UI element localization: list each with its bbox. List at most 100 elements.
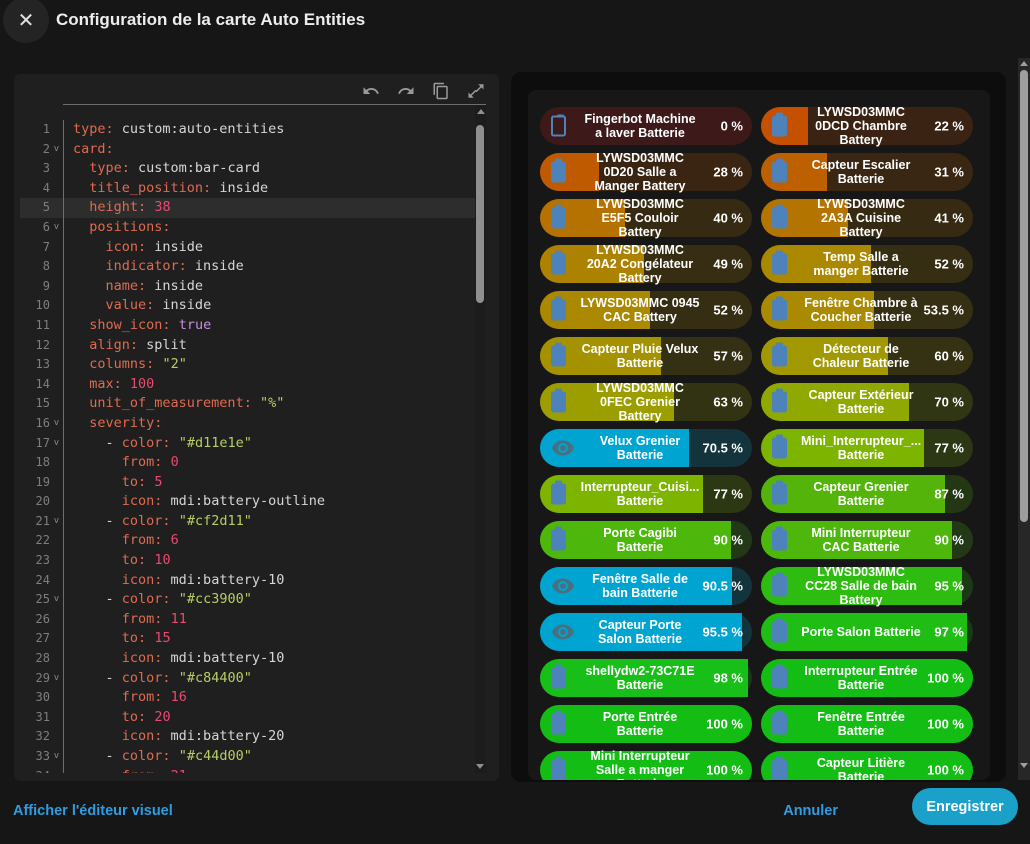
code-text[interactable]: - color: "#c84400" <box>63 669 475 689</box>
code-line[interactable]: 12 align: split <box>20 336 475 356</box>
window-scrollbar-thumb[interactable] <box>1020 70 1028 522</box>
code-line[interactable]: 23 to: 10 <box>20 551 475 571</box>
scroll-up-icon[interactable] <box>1020 61 1028 66</box>
code-line[interactable]: 13 columns: "2" <box>20 355 475 375</box>
battery-icon <box>551 300 566 321</box>
code-text[interactable]: max: 100 <box>63 375 475 395</box>
yaml-code-editor[interactable]: 1type: custom:auto-entities2vcard:3 type… <box>20 104 486 773</box>
copy-icon[interactable] <box>432 82 450 100</box>
code-text[interactable]: - color: "#cc3900" <box>63 590 475 610</box>
code-line[interactable]: 18 from: 0 <box>20 453 475 473</box>
code-text[interactable]: unit_of_measurement: "%" <box>63 394 475 414</box>
code-text[interactable]: from: 21 <box>63 767 475 773</box>
window-scrollbar[interactable] <box>1018 58 1030 780</box>
entity-value: 28 % <box>713 165 743 180</box>
fold-caret-icon[interactable]: v <box>50 140 63 160</box>
code-line[interactable]: 24 icon: mdi:battery-10 <box>20 571 475 591</box>
code-text[interactable]: height: 38 <box>63 198 475 218</box>
editor-scrollbar-thumb[interactable] <box>476 125 484 303</box>
code-text[interactable]: to: 15 <box>63 629 475 649</box>
code-line[interactable]: 15 unit_of_measurement: "%" <box>20 394 475 414</box>
code-line[interactable]: 21v - color: "#cf2d11" <box>20 512 475 532</box>
code-line[interactable]: 33v - color: "#c44d00" <box>20 747 475 767</box>
code-line[interactable]: 30 from: 16 <box>20 688 475 708</box>
code-lines[interactable]: 1type: custom:auto-entities2vcard:3 type… <box>20 105 475 773</box>
code-text[interactable]: type: custom:auto-entities <box>63 120 475 140</box>
code-text[interactable]: show_icon: true <box>63 316 475 336</box>
code-text[interactable]: icon: mdi:battery-10 <box>63 571 475 591</box>
code-line[interactable]: 16v severity: <box>20 414 475 434</box>
expand-icon[interactable] <box>467 82 485 100</box>
code-line[interactable]: 27 to: 15 <box>20 629 475 649</box>
code-text[interactable]: from: 16 <box>63 688 475 708</box>
code-line[interactable]: 2vcard: <box>20 140 475 160</box>
code-text[interactable]: to: 10 <box>63 551 475 571</box>
code-line[interactable]: 7 icon: inside <box>20 238 475 258</box>
code-line[interactable]: 11 show_icon: true <box>20 316 475 336</box>
save-button[interactable]: Enregistrer <box>912 788 1018 825</box>
fold-caret-icon[interactable]: v <box>50 414 63 434</box>
code-text[interactable]: icon: mdi:battery-20 <box>63 727 475 747</box>
close-icon[interactable]: ✕ <box>3 0 49 43</box>
code-text[interactable]: align: split <box>63 336 475 356</box>
scroll-down-icon[interactable] <box>476 764 484 769</box>
code-line[interactable]: 22 from: 6 <box>20 531 475 551</box>
code-line[interactable]: 32 icon: mdi:battery-20 <box>20 727 475 747</box>
code-line[interactable]: 8 indicator: inside <box>20 257 475 277</box>
fold-caret-icon[interactable]: v <box>50 434 63 454</box>
code-line[interactable]: 26 from: 11 <box>20 610 475 630</box>
code-text[interactable]: icon: mdi:battery-10 <box>63 649 475 669</box>
code-text[interactable]: icon: mdi:battery-outline <box>63 492 475 512</box>
code-line[interactable]: 9 name: inside <box>20 277 475 297</box>
code-line[interactable]: 3 type: custom:bar-card <box>20 159 475 179</box>
fold-spacer <box>50 198 63 218</box>
code-line[interactable]: 19 to: 5 <box>20 473 475 493</box>
redo-icon[interactable] <box>397 82 415 100</box>
code-text[interactable]: to: 5 <box>63 473 475 493</box>
code-text[interactable]: card: <box>63 140 475 160</box>
code-text[interactable]: indicator: inside <box>63 257 475 277</box>
code-line[interactable]: 20 icon: mdi:battery-outline <box>20 492 475 512</box>
cancel-button[interactable]: Annuler <box>783 803 838 819</box>
code-text[interactable]: severity: <box>63 414 475 434</box>
code-text[interactable]: positions: <box>63 218 475 238</box>
show-visual-editor-link[interactable]: Afficher l'éditeur visuel <box>13 803 173 819</box>
code-line[interactable]: 1type: custom:auto-entities <box>20 120 475 140</box>
code-line[interactable]: 28 icon: mdi:battery-10 <box>20 649 475 669</box>
code-line[interactable]: 25v - color: "#cc3900" <box>20 590 475 610</box>
fold-caret-icon[interactable]: v <box>50 590 63 610</box>
battery-card: LYWSD03MMC 0DCD Chambre Battery22 % <box>761 107 973 145</box>
code-line[interactable]: 14 max: 100 <box>20 375 475 395</box>
code-line[interactable]: 4 title_position: inside <box>20 179 475 199</box>
fold-caret-icon[interactable]: v <box>50 218 63 238</box>
code-line[interactable]: 34 from: 21 <box>20 767 475 773</box>
code-text[interactable]: type: custom:bar-card <box>63 159 475 179</box>
code-text[interactable]: title_position: inside <box>63 179 475 199</box>
fold-caret-icon[interactable]: v <box>50 669 63 689</box>
fold-caret-icon[interactable]: v <box>50 747 63 767</box>
code-text[interactable]: from: 11 <box>63 610 475 630</box>
code-text[interactable]: value: inside <box>63 296 475 316</box>
line-number: 5 <box>20 198 50 218</box>
code-text[interactable]: - color: "#d11e1e" <box>63 434 475 454</box>
code-line[interactable]: 17v - color: "#d11e1e" <box>20 434 475 454</box>
code-line[interactable]: 5 height: 38 <box>20 198 475 218</box>
editor-scrollbar[interactable] <box>475 105 486 773</box>
scroll-up-icon[interactable] <box>477 109 485 114</box>
battery-icon <box>772 300 787 321</box>
code-line[interactable]: 10 value: inside <box>20 296 475 316</box>
code-line[interactable]: 31 to: 20 <box>20 708 475 728</box>
code-text[interactable]: to: 20 <box>63 708 475 728</box>
code-text[interactable]: name: inside <box>63 277 475 297</box>
scroll-down-icon[interactable] <box>1020 763 1028 768</box>
fold-caret-icon[interactable]: v <box>50 512 63 532</box>
code-text[interactable]: from: 0 <box>63 453 475 473</box>
code-text[interactable]: - color: "#cf2d11" <box>63 512 475 532</box>
code-line[interactable]: 6v positions: <box>20 218 475 238</box>
code-text[interactable]: icon: inside <box>63 238 475 258</box>
undo-icon[interactable] <box>362 82 380 100</box>
code-line[interactable]: 29v - color: "#c84400" <box>20 669 475 689</box>
code-text[interactable]: from: 6 <box>63 531 475 551</box>
code-text[interactable]: - color: "#c44d00" <box>63 747 475 767</box>
code-text[interactable]: columns: "2" <box>63 355 475 375</box>
